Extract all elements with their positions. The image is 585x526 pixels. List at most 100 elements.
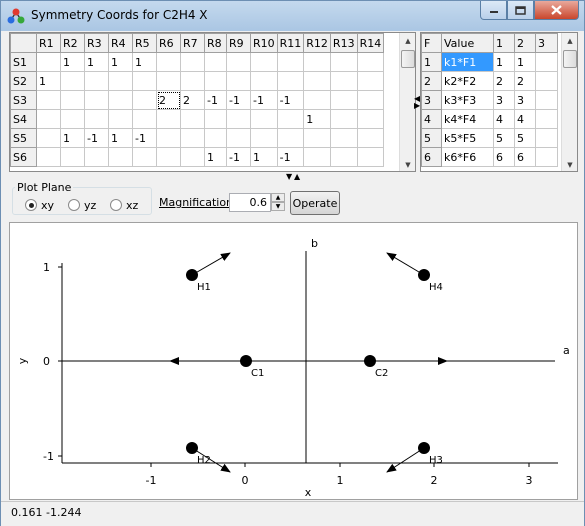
- force-cell[interactable]: k6*F6: [441, 147, 494, 167]
- coords-cell[interactable]: [303, 52, 331, 72]
- force-column-header[interactable]: 1: [493, 33, 515, 53]
- force-cell[interactable]: [535, 128, 558, 148]
- atom-h3[interactable]: [418, 442, 430, 454]
- scroll-up-arrow-icon[interactable]: ▲: [400, 33, 415, 49]
- coords-cell[interactable]: [204, 71, 227, 91]
- coords-cell[interactable]: [303, 90, 331, 110]
- coords-cell[interactable]: [156, 109, 181, 129]
- radio-xz[interactable]: xz: [110, 197, 138, 213]
- force-cell[interactable]: 4: [514, 109, 536, 129]
- coords-cell[interactable]: -1: [132, 128, 157, 148]
- scroll-thumb[interactable]: [563, 50, 577, 68]
- coords-cell[interactable]: [132, 109, 157, 129]
- spin-up-icon[interactable]: ▲: [271, 193, 285, 202]
- coords-cell[interactable]: [303, 71, 331, 91]
- coords-column-header[interactable]: R3: [84, 33, 109, 53]
- coords-cell[interactable]: [250, 71, 278, 91]
- coords-cell[interactable]: [276, 109, 305, 129]
- coords-cell[interactable]: [36, 52, 61, 72]
- coords-cell[interactable]: [132, 147, 157, 167]
- force-cell[interactable]: k3*F3: [441, 90, 494, 110]
- coords-cell[interactable]: [204, 128, 227, 148]
- coords-column-header[interactable]: R9: [226, 33, 251, 53]
- coords-cell[interactable]: [132, 71, 157, 91]
- coords-cell[interactable]: [329, 90, 358, 110]
- coords-row-header[interactable]: S2: [10, 71, 37, 91]
- coords-cell[interactable]: [156, 147, 181, 167]
- force-cell[interactable]: k4*F4: [441, 109, 494, 129]
- force-cell[interactable]: 3: [514, 90, 536, 110]
- atom-c1[interactable]: [240, 355, 252, 367]
- coords-column-header[interactable]: R5: [132, 33, 157, 53]
- coords-column-header[interactable]: R2: [60, 33, 85, 53]
- coords-row-header[interactable]: S1: [10, 52, 37, 72]
- symmetry-coords-grid[interactable]: R1 R2 R3 R4 R5 R6 R7 R8 R9 R10 R11 R12 R13 R14 S1 1 1 1 1 S…: [9, 32, 416, 172]
- coords-cell[interactable]: [84, 71, 109, 91]
- force-cell[interactable]: 6: [514, 147, 536, 167]
- force-cell[interactable]: [535, 71, 558, 91]
- force-cell[interactable]: [535, 147, 558, 167]
- spin-down-icon[interactable]: ▼: [271, 202, 285, 211]
- force-vertical-scrollbar[interactable]: ▲ ▼: [561, 33, 577, 171]
- coords-cell[interactable]: [60, 147, 85, 167]
- force-cell[interactable]: 2: [493, 71, 515, 91]
- force-column-header[interactable]: Value: [441, 33, 494, 53]
- coords-column-header[interactable]: R1: [36, 33, 61, 53]
- symmetry-plot[interactable]: 1 0 -1 -1 0 1 2 3 x y a b H1 H4 C1 C2 H2…: [9, 222, 578, 500]
- force-cell[interactable]: 1: [514, 52, 536, 72]
- scroll-down-arrow-icon[interactable]: ▼: [562, 157, 577, 171]
- coords-cell[interactable]: 1: [132, 52, 157, 72]
- force-cell[interactable]: 4: [493, 109, 515, 129]
- force-row-header[interactable]: 5: [421, 128, 442, 148]
- coords-cell[interactable]: [329, 109, 358, 129]
- coords-cell[interactable]: [180, 52, 205, 72]
- radio-dot-icon[interactable]: [25, 199, 37, 211]
- coords-cell[interactable]: [108, 71, 133, 91]
- maximize-button[interactable]: [507, 1, 534, 20]
- force-row-header[interactable]: 1: [421, 52, 442, 72]
- coords-cell[interactable]: 1: [204, 147, 227, 167]
- coords-cell[interactable]: [108, 90, 133, 110]
- coords-cell[interactable]: [36, 128, 61, 148]
- coords-cell[interactable]: 2: [180, 90, 205, 110]
- close-button[interactable]: [534, 1, 579, 20]
- coords-cell[interactable]: [356, 90, 385, 110]
- force-cell[interactable]: [535, 52, 558, 72]
- coords-cell[interactable]: [356, 109, 385, 129]
- coords-cell[interactable]: [156, 128, 181, 148]
- force-cell[interactable]: [535, 90, 558, 110]
- force-row-header[interactable]: 4: [421, 109, 442, 129]
- force-cell[interactable]: 6: [493, 147, 515, 167]
- coords-cell[interactable]: [60, 71, 85, 91]
- coords-column-header[interactable]: R14: [356, 33, 385, 53]
- coords-column-header[interactable]: R10: [250, 33, 278, 53]
- coords-cell[interactable]: [60, 109, 85, 129]
- coords-cell[interactable]: -1: [276, 147, 305, 167]
- magnification-input[interactable]: 0.6: [229, 193, 271, 212]
- force-row-header[interactable]: 6: [421, 147, 442, 167]
- operate-button[interactable]: Operate: [290, 191, 340, 215]
- coords-cell[interactable]: -1: [226, 90, 251, 110]
- scroll-up-arrow-icon[interactable]: ▲: [562, 33, 577, 49]
- atom-h4[interactable]: [418, 269, 430, 281]
- coords-cell[interactable]: -1: [276, 90, 305, 110]
- scroll-thumb[interactable]: [401, 50, 415, 68]
- plot-canvas[interactable]: 1 0 -1 -1 0 1 2 3 x y a b H1 H4 C1 C2 H2…: [10, 223, 577, 499]
- coords-cell[interactable]: [356, 128, 385, 148]
- coords-cell[interactable]: [356, 147, 385, 167]
- radio-xy[interactable]: xy: [25, 197, 54, 213]
- coords-cell[interactable]: 1: [84, 52, 109, 72]
- coords-cell[interactable]: [303, 128, 331, 148]
- coords-cell[interactable]: 1: [60, 52, 85, 72]
- coords-cell[interactable]: [60, 90, 85, 110]
- coords-cell[interactable]: [84, 90, 109, 110]
- coords-cell[interactable]: [303, 147, 331, 167]
- coords-cell[interactable]: [108, 147, 133, 167]
- minimize-button[interactable]: [480, 1, 507, 20]
- coords-column-header[interactable]: R6: [156, 33, 181, 53]
- coords-row-header[interactable]: S5: [10, 128, 37, 148]
- force-row-header[interactable]: 2: [421, 71, 442, 91]
- force-column-header[interactable]: 2: [514, 33, 536, 53]
- splitter-down-arrow-icon[interactable]: ▼: [286, 172, 292, 181]
- force-constants-grid[interactable]: F Value 1 2 3 1 k1*F1 1 1 2 k2*F2 2 2 3 k3*F3 3 3 4 k4*F4 4…: [420, 32, 578, 172]
